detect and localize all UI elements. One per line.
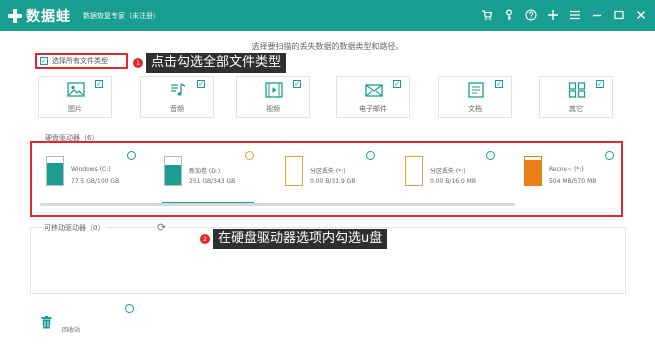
file-type-image[interactable]: ✓ 图片: [38, 76, 112, 118]
key-icon[interactable]: [503, 9, 515, 23]
drive-list-scrollbar[interactable]: [40, 203, 515, 206]
file-type-label: 电子邮件: [359, 105, 387, 113]
select-all-types-checkbox[interactable]: ✓ 选择所有文件类型: [35, 53, 128, 69]
document-icon: [468, 82, 484, 98]
image-icon: [67, 82, 85, 97]
removable-drive-area: [30, 227, 626, 294]
plus-icon[interactable]: [547, 9, 559, 23]
drive-radio[interactable]: [127, 151, 136, 160]
drive-size: 251 GB/343 GB: [189, 178, 236, 185]
cart-icon[interactable]: [481, 9, 493, 23]
audio-icon: [171, 83, 186, 96]
file-type-email[interactable]: ✓ 电子邮件: [336, 76, 410, 118]
file-type-audio[interactable]: ✓ 音频: [140, 76, 214, 118]
drive-icon: [164, 156, 182, 186]
drive-size: 0.00 B/16.0 MB: [430, 178, 476, 185]
logo-cross-icon: [8, 8, 22, 23]
drive-size: 77.5 GB/100 GB: [71, 178, 120, 185]
close-icon[interactable]: [635, 9, 647, 23]
file-type-list: ✓ 图片 ✓ 音频 ✓ 视频 ✓ 电子邮件 ✓ 文档 ✓ 其它: [38, 76, 628, 118]
drive-size: 504 MB/570 MB: [549, 178, 597, 185]
title-bar: 数据蛙 数据恢复专家（未注册）: [0, 0, 655, 31]
checkbox-checked-icon: ✓: [40, 56, 48, 65]
minimize-icon[interactable]: [591, 9, 603, 23]
help-icon[interactable]: [525, 8, 537, 23]
drive-item[interactable]: 分区丢失 (*:) 0.00 B/16.0 MB: [395, 151, 495, 197]
drive-name: 分区丢失 (*:): [310, 168, 346, 175]
drive-name: Recov~ (*:): [549, 166, 584, 173]
other-icon: [568, 82, 586, 98]
callout-number-badge: 1: [133, 58, 143, 68]
app-subtitle: 数据恢复专家（未注册）: [83, 11, 160, 20]
drive-name: Windows (C:): [71, 166, 111, 173]
scan-hint: 选择要扫描的丢失数据的数据类型和路径。: [251, 42, 404, 51]
file-type-label: 视频: [266, 105, 280, 113]
drive-radio[interactable]: [366, 151, 375, 160]
trash-icon[interactable]: [41, 316, 52, 329]
select-all-label: 选择所有文件类型: [52, 57, 108, 65]
menu-icon[interactable]: [569, 9, 581, 23]
checkbox-checked-icon: ✓: [596, 79, 604, 88]
file-type-other[interactable]: ✓ 其它: [539, 76, 613, 118]
checkbox-checked-icon: ✓: [95, 79, 103, 88]
app-name: 数据蛙: [26, 8, 71, 25]
video-icon: [265, 82, 283, 98]
app-logo: 数据蛙: [8, 6, 71, 26]
drive-size: 0.00 B/31.9 GB: [310, 178, 356, 185]
recycle-bin-radio[interactable]: [125, 304, 134, 313]
drive-icon: [524, 156, 542, 186]
recycle-bin-label: 回收站: [62, 327, 81, 334]
drive-icon: [46, 156, 64, 186]
usb-section-label: 可移动驱动器（0）: [42, 223, 107, 233]
hdd-drive-list: Windows (C:) 77.5 GB/100 GB 新加卷 (D:) 251…: [30, 141, 623, 217]
drive-icon: [285, 156, 303, 186]
drive-item[interactable]: 分区丢失 (*:) 0.00 B/31.9 GB: [275, 151, 375, 197]
titlebar-controls: [481, 0, 647, 31]
drive-radio[interactable]: [486, 151, 495, 160]
file-type-label: 其它: [569, 105, 583, 113]
drive-item[interactable]: Recov~ (*:) 504 MB/570 MB: [514, 151, 614, 197]
drive-name: 新加卷 (D:): [189, 168, 221, 175]
refresh-icon[interactable]: ⟳: [155, 221, 169, 234]
callout-text: 点击勾选全部文件类型: [146, 53, 287, 73]
checkbox-checked-icon: ✓: [393, 79, 401, 88]
file-type-label: 音频: [170, 105, 184, 113]
drive-icon: [405, 156, 423, 186]
callout-1: 1 点击勾选全部文件类型: [133, 53, 287, 73]
file-type-document[interactable]: ✓ 文档: [438, 76, 512, 118]
checkbox-checked-icon: ✓: [197, 79, 205, 88]
file-type-label: 文档: [468, 105, 482, 113]
email-icon: [365, 84, 383, 97]
drive-radio[interactable]: [245, 151, 254, 160]
maximize-icon[interactable]: [613, 9, 625, 23]
drive-name: 分区丢失 (*:): [430, 168, 466, 175]
file-type-label: 图片: [68, 105, 82, 113]
drive-item[interactable]: Windows (C:) 77.5 GB/100 GB: [36, 151, 136, 197]
checkbox-checked-icon: ✓: [293, 79, 301, 88]
file-type-video[interactable]: ✓ 视频: [236, 76, 310, 118]
checkbox-checked-icon: ✓: [495, 79, 503, 88]
drive-radio[interactable]: [605, 151, 614, 160]
drive-item[interactable]: 新加卷 (D:) 251 GB/343 GB: [154, 151, 254, 203]
